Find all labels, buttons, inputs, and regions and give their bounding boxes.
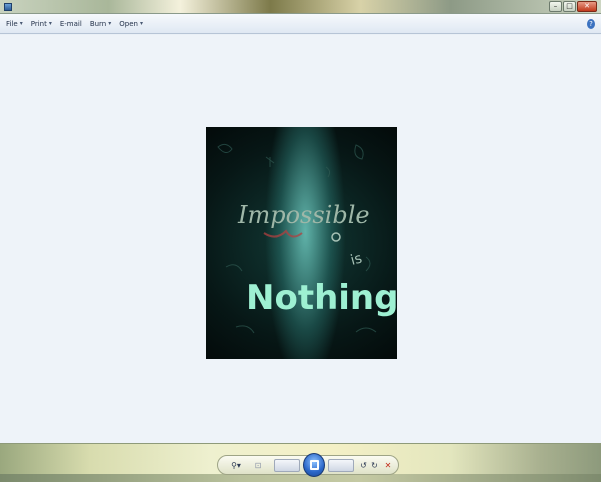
help-icon[interactable]: ? xyxy=(587,19,595,29)
photo-artwork: Impossible is Nothing xyxy=(217,143,397,334)
menu-email[interactable]: E-mail xyxy=(60,20,82,28)
delete-button[interactable]: ✕ xyxy=(382,459,394,472)
menu-email-label: E-mail xyxy=(59,19,82,28)
menu-open-label: Open xyxy=(119,19,138,28)
menu-file[interactable]: File ▾ xyxy=(6,20,23,28)
photo-text-is: is xyxy=(349,251,364,269)
caption-buttons: – □ ✕ xyxy=(549,1,597,12)
chevron-down-icon: ▾ xyxy=(139,20,143,27)
chevron-down-icon: ▾ xyxy=(48,20,52,27)
slideshow-icon xyxy=(310,460,319,470)
app-icon xyxy=(4,3,12,11)
rotate-clockwise-button[interactable]: ↻ xyxy=(369,459,380,472)
photo-text-impossible: Impossible xyxy=(237,201,370,229)
previous-button[interactable] xyxy=(274,459,300,472)
maximize-button[interactable]: □ xyxy=(563,1,576,12)
letter-o-circle xyxy=(331,232,341,242)
zoom-button[interactable]: ⚲▾ xyxy=(226,459,246,472)
minimize-button[interactable]: – xyxy=(549,1,562,12)
status-bar xyxy=(0,474,601,482)
close-button[interactable]: ✕ xyxy=(577,1,597,12)
red-scribble-accent xyxy=(263,229,303,238)
menu-burn-label: Burn xyxy=(89,19,107,28)
chevron-down-icon: ▾ xyxy=(108,20,112,27)
fit-window-button[interactable]: ⊡ xyxy=(252,459,264,472)
menu-bar: File ▾ Print ▾ E-mail Burn ▾ Open ▾ ? xyxy=(0,14,601,34)
playback-controls: ⚲▾ ⊡ ↺ ↻ ✕ xyxy=(217,453,399,477)
photo-text-nothing: Nothing xyxy=(246,278,397,318)
rotate-counterclockwise-button[interactable]: ↺ xyxy=(358,459,369,472)
menu-print-label: Print xyxy=(30,19,47,28)
menu-print[interactable]: Print ▾ xyxy=(31,20,52,28)
displayed-photo: Impossible is Nothing xyxy=(206,127,397,359)
menu-burn[interactable]: Burn ▾ xyxy=(90,20,111,28)
next-button[interactable] xyxy=(328,459,354,472)
title-bar: – □ ✕ xyxy=(0,0,601,14)
chevron-down-icon: ▾ xyxy=(19,20,23,27)
menu-open[interactable]: Open ▾ xyxy=(119,20,143,28)
photo-viewing-area: Impossible is Nothing xyxy=(0,35,601,443)
menu-file-label: File xyxy=(6,19,18,28)
slideshow-button[interactable] xyxy=(303,453,325,477)
